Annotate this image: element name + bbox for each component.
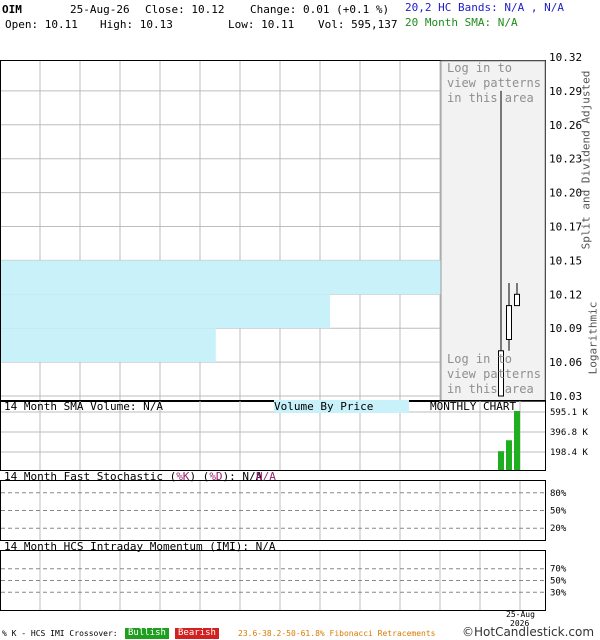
stochastic-d-value: N/A [256,470,276,483]
price-tick-label: 10.26 [549,119,582,132]
stochastic-axis: 80% 50% 20% [550,489,567,534]
stochastic-tick-label: 50% [550,507,567,517]
candle-body [514,293,520,307]
price-tick-label: 10.12 [549,288,582,301]
brand-link[interactable]: ©HotCandlestick.com [462,626,594,639]
volume-axis: 595.1 K 396.8 K 198.4 K [550,408,589,458]
imi-axis: 70% 50%30% [550,565,567,599]
volume-bar [506,440,512,470]
imi-grid [1,551,545,610]
vbp-bar [1,328,216,363]
volume-panel-title: 14 Month SMA Volume: N/A [4,400,163,413]
login-patterns-area [440,60,546,402]
price-tick-label: 10.20 [549,187,582,200]
price-tick-label: 10.03 [549,390,582,403]
stoch-d-label: %D [209,470,223,483]
vbp-bar [1,260,458,295]
price-tick-label: 10.15 [549,254,582,267]
imi-tick-label: 70% [550,565,567,575]
volume-bars [498,410,520,470]
volume-tick-label: 595.1 K [550,408,589,418]
log-label: Logarithmic [586,301,600,375]
volume-tick-label: 396.8 K [550,428,589,438]
volume-bar [514,410,520,470]
volume-bar [498,451,504,470]
stochastic-tick-label: 80% [550,489,567,499]
imi-panel-title: 14 Month HCS Intraday Momentum (IMI): N/… [4,540,276,553]
price-tick-label: 10.09 [549,322,582,335]
vbp-bar [1,294,331,329]
login-overlay-top[interactable]: Log in to view patterns in this area [447,61,541,106]
imi-tick-label: 50% [550,577,567,587]
price-tick-label: 10.29 [549,85,582,98]
price-axis: 10.32 10.29 10.26 10.23 10.20 10.17 10.15 10.12… [549,51,582,403]
stochastic-grid [1,481,545,540]
price-tick-label: 10.06 [549,356,582,369]
bearish-badge: Bearish [175,628,219,639]
bullish-badge: Bullish [125,628,169,639]
price-tick-label: 10.32 [549,51,582,64]
stochastic-panel-title: 14 Month Fast Stochastic (%K) (%D): N/A [4,470,263,483]
price-tick-label: 10.23 [549,153,582,166]
candle-body [506,305,512,341]
period-label: MONTHLY CHART [430,400,517,413]
adjusted-label: Split and Dividend Adjusted [579,70,593,250]
crossover-label: % K - HCS IMI Crossover: [2,629,118,638]
stochastic-tick-label: 20% [550,524,567,534]
imi-tick-label: 30% [550,588,567,598]
price-tick-label: 10.17 [549,221,582,234]
fibonacci-label: 23.6-38.2-50-61.8% Fibonacci Retracement… [238,629,436,638]
vbp-title: Volume By Price [274,400,410,413]
login-overlay-bottom[interactable]: Log in to view patterns in this area [447,352,541,397]
volume-tick-label: 198.4 K [550,448,589,458]
stoch-k-label: %K [176,470,190,483]
